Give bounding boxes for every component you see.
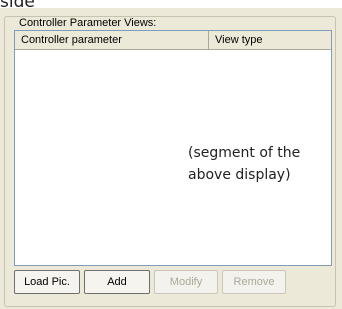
group-title: Controller Parameter Views: xyxy=(17,17,159,29)
load-pic-button[interactable]: Load Pic. xyxy=(14,270,80,294)
controller-parameter-panel: Controller Parameter Views: Controller p… xyxy=(0,8,342,309)
list-header: Controller parameter View type xyxy=(15,31,331,50)
remove-button[interactable]: Remove xyxy=(222,270,286,294)
column-header-controller-parameter[interactable]: Controller parameter xyxy=(15,31,209,49)
add-button[interactable]: Add xyxy=(84,270,150,294)
column-header-view-type[interactable]: View type xyxy=(209,31,331,49)
modify-button[interactable]: Modify xyxy=(154,270,218,294)
annotation-note: (segment of the above display) xyxy=(188,145,301,183)
